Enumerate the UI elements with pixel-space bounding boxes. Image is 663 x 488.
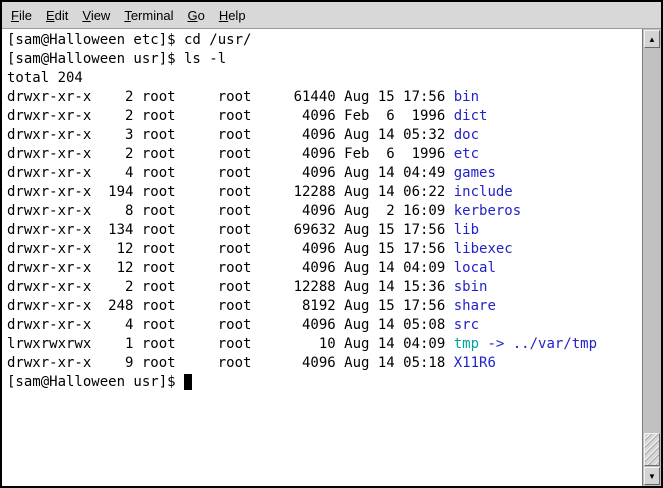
- terminal-text-segment: [sam@Halloween usr]$: [7, 374, 184, 390]
- terminal-text-segment: drwxr-xr-x 2 root root 61440 Aug 15 17:5…: [7, 89, 454, 105]
- terminal-line: drwxr-xr-x 2 root root 12288 Aug 14 15:3…: [7, 278, 641, 297]
- terminal-line: lrwxrwxrwx 1 root root 10 Aug 14 04:09 t…: [7, 335, 641, 354]
- menu-item-view[interactable]: View: [75, 5, 117, 26]
- scrollbar[interactable]: ▲ ▼: [642, 29, 661, 486]
- terminal-text-segment: dict: [454, 108, 488, 124]
- terminal-text-segment: share: [454, 298, 496, 314]
- terminal-cursor: [184, 374, 192, 390]
- terminal-text-segment: drwxr-xr-x 12 root root 4096 Aug 15 17:5…: [7, 241, 454, 257]
- menu-item-terminal[interactable]: Terminal: [117, 5, 180, 26]
- menu-item-file[interactable]: File: [4, 5, 39, 26]
- down-arrow-icon: ▼: [648, 472, 656, 481]
- terminal-line: drwxr-xr-x 194 root root 12288 Aug 14 06…: [7, 183, 641, 202]
- terminal-text-segment: games: [454, 165, 496, 181]
- terminal-output[interactable]: [sam@Halloween etc]$ cd /usr/ [sam@Hallow…: [2, 29, 641, 486]
- terminal-text-segment: kerberos: [454, 203, 521, 219]
- terminal-line: [sam@Halloween usr]$ ls -l: [7, 50, 641, 69]
- terminal-text-segment: total 204: [7, 70, 83, 86]
- terminal-window: FileEditViewTerminalGoHelp [sam@Hallowee…: [0, 0, 663, 488]
- terminal-line: drwxr-xr-x 4 root root 4096 Aug 14 04:49…: [7, 164, 641, 183]
- terminal-text-segment: tmp: [454, 336, 479, 352]
- scrollbar-thumb[interactable]: [644, 433, 660, 466]
- terminal-text-segment: drwxr-xr-x 2 root root 12288 Aug 14 15:3…: [7, 279, 454, 295]
- terminal-line: drwxr-xr-x 3 root root 4096 Aug 14 05:32…: [7, 126, 641, 145]
- terminal-text-segment: drwxr-xr-x 248 root root 8192 Aug 15 17:…: [7, 298, 454, 314]
- terminal-text-segment: etc: [454, 146, 479, 162]
- terminal-text-segment: drwxr-xr-x 12 root root 4096 Aug 14 04:0…: [7, 260, 454, 276]
- terminal-text-segment: X11R6: [454, 355, 496, 371]
- terminal-text-segment: bin: [454, 89, 479, 105]
- terminal-text-segment: drwxr-xr-x 2 root root 4096 Feb 6 1996: [7, 108, 454, 124]
- terminal-line: drwxr-xr-x 248 root root 8192 Aug 15 17:…: [7, 297, 641, 316]
- terminal-line: drwxr-xr-x 134 root root 69632 Aug 15 17…: [7, 221, 641, 240]
- terminal-line: drwxr-xr-x 12 root root 4096 Aug 14 04:0…: [7, 259, 641, 278]
- terminal-text-segment: src: [454, 317, 479, 333]
- terminal-line: drwxr-xr-x 8 root root 4096 Aug 2 16:09 …: [7, 202, 641, 221]
- terminal-text-segment: doc: [454, 127, 479, 143]
- menu-item-go[interactable]: Go: [180, 5, 211, 26]
- terminal-line: drwxr-xr-x 9 root root 4096 Aug 14 05:18…: [7, 354, 641, 373]
- terminal-line: drwxr-xr-x 2 root root 61440 Aug 15 17:5…: [7, 88, 641, 107]
- terminal-line: [sam@Halloween etc]$ cd /usr/: [7, 31, 641, 50]
- terminal-text-segment: drwxr-xr-x 134 root root 69632 Aug 15 17…: [7, 222, 454, 238]
- terminal-text-segment: [sam@Halloween etc]$ cd /usr/: [7, 32, 251, 48]
- terminal-text-segment: drwxr-xr-x 3 root root 4096 Aug 14 05:32: [7, 127, 454, 143]
- terminal-text-segment: drwxr-xr-x 9 root root 4096 Aug 14 05:18: [7, 355, 454, 371]
- menu-item-help[interactable]: Help: [212, 5, 253, 26]
- terminal-line: drwxr-xr-x 2 root root 4096 Feb 6 1996 d…: [7, 107, 641, 126]
- terminal-line: drwxr-xr-x 12 root root 4096 Aug 15 17:5…: [7, 240, 641, 259]
- terminal-line: [sam@Halloween usr]$: [7, 373, 641, 392]
- terminal-text-segment: drwxr-xr-x 2 root root 4096 Feb 6 1996: [7, 146, 454, 162]
- terminal-line: total 204: [7, 69, 641, 88]
- terminal-line: drwxr-xr-x 2 root root 4096 Feb 6 1996 e…: [7, 145, 641, 164]
- scroll-up-button[interactable]: ▲: [644, 30, 660, 48]
- terminal-line: drwxr-xr-x 4 root root 4096 Aug 14 05:08…: [7, 316, 641, 335]
- terminal-text-segment: drwxr-xr-x 4 root root 4096 Aug 14 04:49: [7, 165, 454, 181]
- menu-bar: FileEditViewTerminalGoHelp: [2, 2, 661, 29]
- terminal-text-segment: drwxr-xr-x 194 root root 12288 Aug 14 06…: [7, 184, 454, 200]
- terminal-viewport: [sam@Halloween etc]$ cd /usr/ [sam@Hallow…: [2, 29, 661, 486]
- terminal-text-segment: lrwxrwxrwx 1 root root 10 Aug 14 04:09: [7, 336, 454, 352]
- terminal-text-segment: [sam@Halloween usr]$ ls -l: [7, 51, 226, 67]
- terminal-text-segment: lib: [454, 222, 479, 238]
- terminal-text-segment: -> ../var/tmp: [479, 336, 597, 352]
- menu-item-edit[interactable]: Edit: [39, 5, 75, 26]
- terminal-text-segment: sbin: [454, 279, 488, 295]
- terminal-text-segment: include: [454, 184, 513, 200]
- terminal-text-segment: drwxr-xr-x 4 root root 4096 Aug 14 05:08: [7, 317, 454, 333]
- terminal-text-segment: libexec: [454, 241, 513, 257]
- scroll-down-button[interactable]: ▼: [644, 467, 660, 485]
- terminal-text-segment: drwxr-xr-x 8 root root 4096 Aug 2 16:09: [7, 203, 454, 219]
- up-arrow-icon: ▲: [648, 35, 656, 44]
- terminal-text-segment: local: [454, 260, 496, 276]
